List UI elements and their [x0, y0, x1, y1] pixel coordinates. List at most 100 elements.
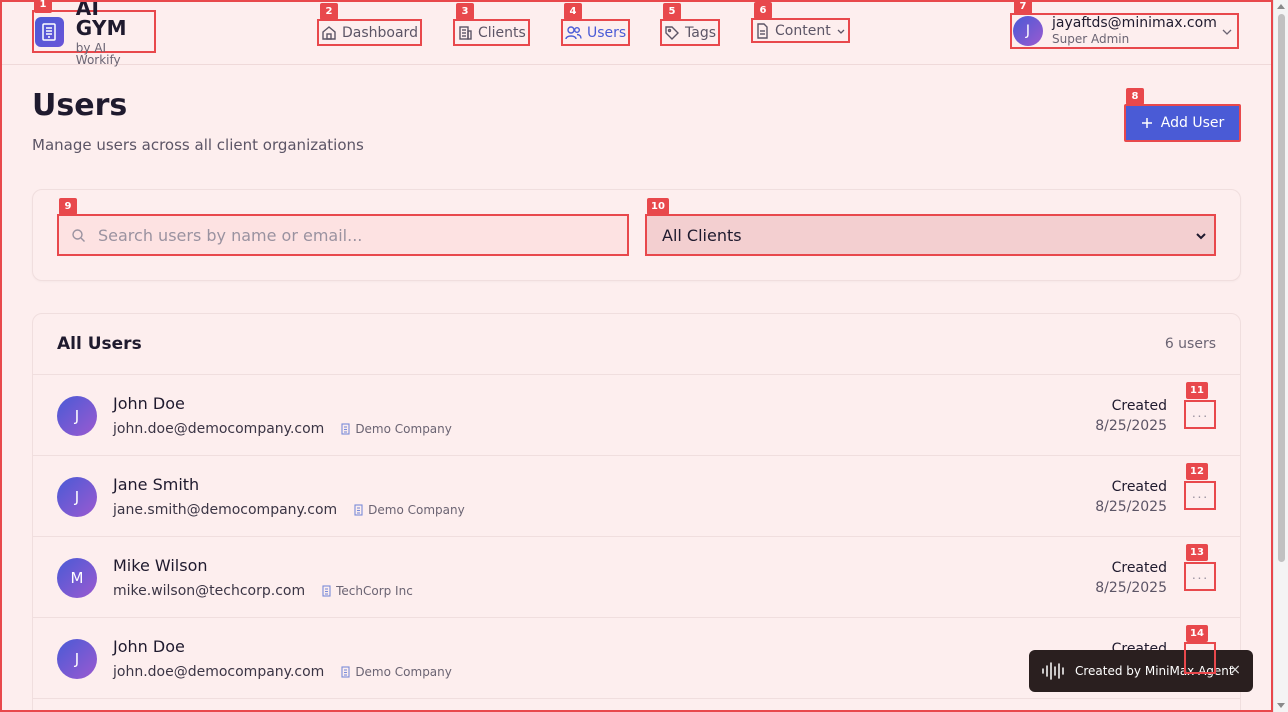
nav-tags[interactable]: Tags [660, 19, 720, 46]
plus-icon [1141, 118, 1152, 128]
add-user-button[interactable]: Add User [1124, 104, 1241, 142]
brand-logo-link[interactable]: AI GYM by AI Workify [32, 0, 156, 66]
marker-badge: 10 [647, 198, 669, 215]
document-icon [757, 22, 768, 39]
marker-badge: 5 [663, 3, 681, 20]
marker-badge: 2 [320, 3, 338, 20]
row-actions-button[interactable]: ··· [1184, 562, 1216, 591]
marker-badge: 7 [1014, 0, 1032, 15]
marker-badge: 9 [59, 198, 77, 215]
chevron-down-icon [837, 29, 845, 34]
search-icon [72, 228, 85, 242]
search-input[interactable] [98, 225, 627, 245]
users-card-header: All Users 6 users [33, 314, 1240, 375]
nav-clients[interactable]: Clients [453, 19, 530, 46]
row-actions-button[interactable]: ··· [1184, 481, 1216, 510]
nav-users-label: Users [587, 24, 627, 41]
more-horizontal-icon: ··· [1191, 568, 1209, 585]
agent-toast: Created by MiniMax Agent × [1029, 650, 1253, 692]
users-icon [565, 25, 582, 39]
nav-content-dropdown[interactable]: Content [751, 18, 850, 43]
scrollbar-thumb[interactable] [1278, 14, 1285, 562]
nav-dashboard[interactable]: Dashboard [317, 19, 422, 46]
brand-title: AI GYM [75, 0, 127, 40]
add-user-label: Add User [1160, 115, 1225, 131]
client-filter-select[interactable]: All Clients [645, 214, 1216, 256]
company-tag: Demo Company [340, 422, 452, 436]
page-title: Users [32, 88, 128, 123]
building-icon [341, 423, 350, 435]
user-name: John Doe [113, 637, 185, 656]
user-role: Super Admin [1052, 32, 1130, 47]
created-date: 8/25/2025 [1095, 579, 1167, 596]
row-actions-button[interactable] [1184, 642, 1216, 674]
marker-badge: 6 [754, 2, 772, 19]
tag-icon [665, 25, 679, 40]
user-email: jane.smith@democompany.com [113, 502, 338, 518]
building-icon [322, 585, 331, 597]
user-name: Mike Wilson [113, 556, 208, 575]
building-icon [354, 504, 363, 516]
client-filter-value: All Clients [662, 225, 742, 245]
company-name: Demo Company [368, 503, 465, 517]
chevron-down-icon [1196, 233, 1206, 240]
user-name: Jane Smith [113, 475, 200, 494]
scroll-up-arrow-icon[interactable] [1277, 4, 1285, 9]
page-subtitle: Manage users across all client organizat… [32, 136, 364, 154]
nav-content-label: Content [775, 22, 831, 39]
marker-badge: 4 [564, 3, 582, 20]
table-row: M Mike Wilson mike.wilson@techcorp.com T… [33, 537, 1240, 618]
marker-badge: 13 [1186, 544, 1208, 561]
created-label: Created [1111, 560, 1167, 576]
building-logo-icon [35, 16, 64, 47]
company-name: Demo Company [355, 665, 452, 679]
home-icon [322, 25, 336, 40]
nav-tags-label: Tags [685, 24, 716, 41]
company-tag: TechCorp Inc [321, 584, 413, 598]
created-label: Created [1111, 398, 1167, 414]
nav-clients-label: Clients [478, 24, 526, 41]
nav-users[interactable]: Users [561, 19, 631, 46]
marker-badge: 3 [456, 3, 474, 20]
table-row: J Jane Smith jane.smith@democompany.com … [33, 456, 1240, 537]
marker-badge: 1 [34, 0, 52, 13]
user-email: mike.wilson@techcorp.com [113, 583, 306, 599]
avatar: J [57, 639, 97, 679]
company-name: TechCorp Inc [336, 584, 413, 598]
more-horizontal-icon: ··· [1191, 487, 1209, 504]
marker-badge: 12 [1186, 463, 1208, 480]
company-tag: Demo Company [340, 665, 452, 679]
user-menu-dropdown[interactable]: J jayaftds@minimax.com Super Admin [1010, 13, 1239, 49]
marker-badge: 14 [1186, 625, 1208, 642]
user-email: john.doe@democompany.com [113, 421, 325, 437]
marker-badge: 11 [1186, 382, 1208, 399]
created-label: Created [1111, 479, 1167, 495]
more-horizontal-icon: ··· [1191, 406, 1209, 423]
company-name: Demo Company [355, 422, 452, 436]
close-icon[interactable]: × [1229, 662, 1241, 678]
chevron-down-icon [1222, 29, 1232, 35]
marker-badge: 8 [1126, 88, 1144, 105]
page-scrollbar[interactable] [1273, 0, 1288, 712]
brand-subtitle: by AI Workify [75, 40, 121, 67]
created-date: 8/25/2025 [1095, 498, 1167, 515]
building-icon [341, 666, 350, 678]
user-email: john.doe@democompany.com [113, 664, 325, 680]
users-card-title: All Users [57, 334, 142, 354]
company-tag: Demo Company [353, 503, 465, 517]
avatar: J [57, 477, 97, 517]
avatar: M [57, 558, 97, 598]
search-box[interactable] [57, 214, 629, 256]
scroll-down-arrow-icon[interactable] [1277, 703, 1285, 708]
row-actions-button[interactable]: ··· [1184, 400, 1216, 429]
user-avatar: J [1013, 16, 1043, 46]
users-count: 6 users [1164, 336, 1216, 352]
user-email: jayaftds@minimax.com [1052, 14, 1217, 31]
user-name: John Doe [113, 394, 185, 413]
avatar: J [57, 396, 97, 436]
nav-dashboard-label: Dashboard [342, 24, 418, 41]
building-icon [459, 25, 472, 40]
waveform-icon [1042, 662, 1064, 680]
created-date: 8/25/2025 [1095, 417, 1167, 434]
table-row: J John Doe john.doe@democompany.com Demo… [33, 375, 1240, 456]
